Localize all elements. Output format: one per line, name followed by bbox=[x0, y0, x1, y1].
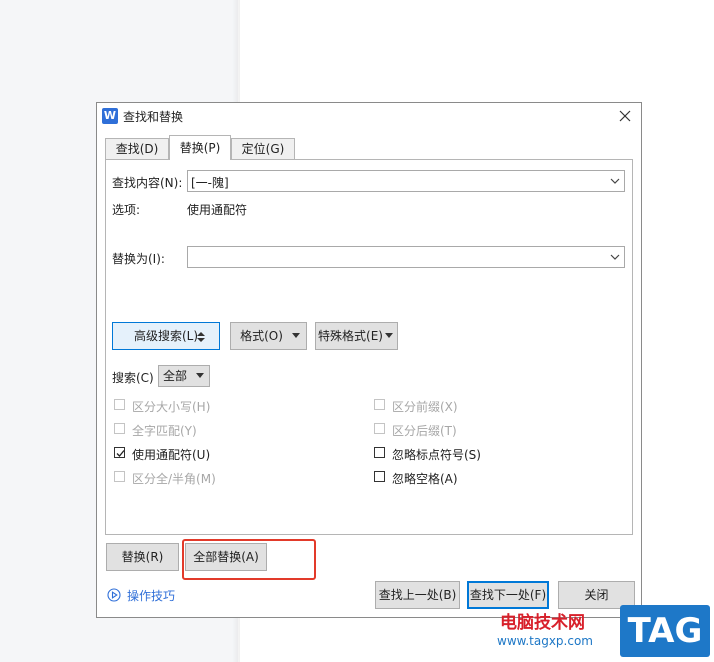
replace-label: 替换为(I): bbox=[112, 252, 165, 266]
match-suffix-checkbox[interactable] bbox=[374, 423, 385, 434]
find-label: 查找内容(N): bbox=[112, 176, 183, 190]
special-format-button[interactable]: 特殊格式(E) bbox=[315, 322, 398, 350]
collapse-icon bbox=[197, 332, 205, 342]
advanced-search-label: 高级搜索(L) bbox=[133, 329, 199, 343]
chevron-down-icon bbox=[610, 254, 620, 260]
find-combo[interactable]: [一-隗] bbox=[187, 170, 625, 192]
find-previous-button[interactable]: 查找上一处(B) bbox=[375, 581, 460, 609]
caret-down-icon bbox=[385, 333, 393, 338]
watermark-text: 电脑技术网 bbox=[500, 613, 585, 633]
play-circle-icon bbox=[107, 588, 121, 602]
chevron-down-icon bbox=[610, 178, 620, 184]
search-scope-value: 全部 bbox=[163, 369, 188, 383]
advanced-search-button[interactable]: 高级搜索(L) bbox=[112, 322, 220, 350]
replace-all-button[interactable]: 全部替换(A) bbox=[185, 543, 267, 571]
match-case-checkbox[interactable] bbox=[114, 399, 125, 410]
format-label: 格式(O) bbox=[240, 329, 283, 343]
options-value: 使用通配符 bbox=[187, 203, 248, 217]
format-button[interactable]: 格式(O) bbox=[230, 322, 307, 350]
match-width-checkbox[interactable] bbox=[114, 471, 125, 482]
dialog-title: 查找和替换 bbox=[123, 110, 184, 124]
whole-word-label: 全字匹配(Y) bbox=[132, 424, 197, 438]
search-scope-label: 搜索(C) bbox=[112, 371, 154, 385]
match-prefix-label: 区分前缀(X) bbox=[392, 400, 458, 414]
caret-down-icon bbox=[196, 373, 204, 378]
find-replace-dialog: W 查找和替换 查找(D) 替换(P) 定位(G) 查找内容(N): [一-隗]… bbox=[96, 102, 642, 618]
title-bar: W 查找和替换 bbox=[97, 103, 641, 129]
caret-down-icon bbox=[292, 333, 300, 338]
watermark-url: www.tagxp.com bbox=[497, 634, 593, 648]
tab-find[interactable]: 查找(D) bbox=[105, 138, 169, 159]
match-width-label: 区分全/半角(M) bbox=[132, 472, 216, 486]
whole-word-checkbox[interactable] bbox=[114, 423, 125, 434]
replace-button[interactable]: 替换(R) bbox=[106, 543, 179, 571]
replace-panel: 查找内容(N): [一-隗] 选项: 使用通配符 替换为(I): 高级搜索(L)… bbox=[105, 159, 633, 535]
tips-label: 操作技巧 bbox=[127, 589, 176, 603]
wps-writer-icon: W bbox=[102, 108, 118, 124]
checkmark-icon bbox=[116, 450, 125, 457]
find-next-button[interactable]: 查找下一处(F) bbox=[467, 581, 549, 609]
search-scope-select[interactable]: 全部 bbox=[158, 365, 210, 387]
replace-combo[interactable] bbox=[187, 246, 625, 268]
match-prefix-checkbox[interactable] bbox=[374, 399, 385, 410]
ignore-space-label: 忽略空格(A) bbox=[392, 472, 458, 486]
ignore-space-checkbox[interactable] bbox=[374, 471, 385, 482]
special-format-label: 特殊格式(E) bbox=[318, 329, 383, 343]
tab-goto[interactable]: 定位(G) bbox=[231, 138, 295, 159]
tab-replace[interactable]: 替换(P) bbox=[169, 135, 231, 160]
watermark-tag-logo: TAG bbox=[620, 605, 710, 657]
ignore-punctuation-checkbox[interactable] bbox=[374, 447, 385, 458]
use-wildcards-checkbox[interactable] bbox=[114, 447, 125, 458]
find-value: [一-隗] bbox=[191, 176, 229, 190]
close-icon[interactable] bbox=[615, 106, 635, 126]
options-label: 选项: bbox=[112, 203, 141, 217]
match-suffix-label: 区分后缀(T) bbox=[392, 424, 457, 438]
ignore-punctuation-label: 忽略标点符号(S) bbox=[392, 448, 481, 462]
use-wildcards-label: 使用通配符(U) bbox=[132, 448, 211, 462]
match-case-label: 区分大小写(H) bbox=[132, 400, 211, 414]
